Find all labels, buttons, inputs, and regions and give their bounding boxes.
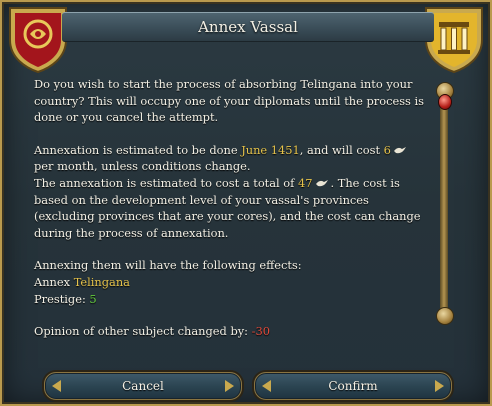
estimate-paragraph: Annexation is estimated to be done June …: [34, 142, 426, 175]
scroll-bottom-knob[interactable]: [436, 307, 454, 325]
monthly-cost: 6: [383, 142, 391, 157]
scrollbar-thumb[interactable]: [438, 94, 452, 110]
prestige-value: 5: [89, 291, 97, 306]
dove-icon: [315, 179, 328, 187]
estimate-prefix: Annexation is estimated to be done: [34, 142, 242, 157]
effect-prestige: Prestige: 5: [34, 291, 426, 308]
cancel-button[interactable]: Cancel: [44, 372, 242, 400]
total-prefix: The annexation is estimated to cost a to…: [34, 175, 298, 190]
estimate-middle: , and will cost: [299, 142, 384, 157]
arrow-left-icon: [52, 380, 61, 392]
effects-header: Annexing them will have the following ef…: [34, 258, 302, 273]
title-bar: Annex Vassal: [62, 12, 434, 42]
effect-annex: Annex Telingana: [34, 274, 426, 291]
total-cost-paragraph: The annexation is estimated to cost a to…: [34, 175, 426, 241]
estimate-date: June 1451: [241, 142, 300, 157]
arrow-right-icon: [225, 380, 234, 392]
prestige-label: Prestige:: [34, 291, 90, 306]
intro-paragraph: Do you wish to start the process of abso…: [34, 77, 424, 125]
annex-target: Telingana: [73, 274, 130, 289]
opinion-value: -30: [251, 324, 270, 339]
red-crest-shield-icon: [9, 7, 67, 74]
arrow-right-icon: [435, 380, 444, 392]
scrollbar-track[interactable]: [440, 94, 448, 316]
total-cost-value: 47: [298, 175, 313, 190]
annex-label: Annex: [34, 274, 74, 289]
dove-icon: [393, 146, 406, 153]
dialog-body: Do you wish to start the process of abso…: [34, 76, 426, 340]
arrow-left-icon: [262, 380, 271, 392]
opinion-label: Opinion of other subject changed by:: [34, 324, 252, 339]
annex-vassal-dialog: Annex Vassal Do you wish to start the pr…: [0, 0, 492, 406]
confirm-button[interactable]: Confirm: [254, 372, 452, 400]
cancel-label: Cancel: [122, 379, 164, 393]
effect-opinion: Opinion of other subject changed by: -30: [34, 323, 426, 340]
estimate-suffix: per month, unless conditions change.: [34, 159, 251, 174]
dialog-title: Annex Vassal: [198, 18, 298, 36]
confirm-label: Confirm: [328, 379, 378, 393]
